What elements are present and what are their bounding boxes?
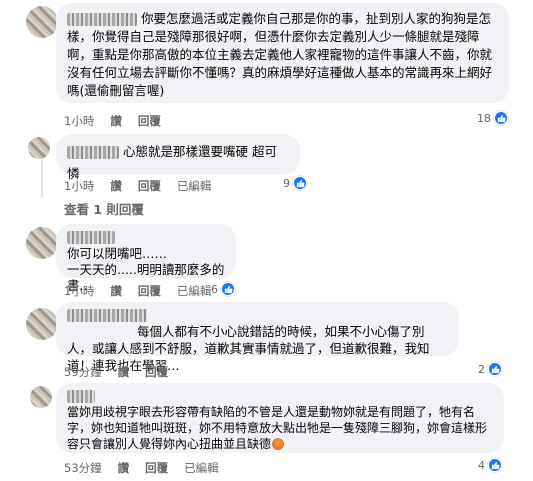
comment-time[interactable]: 1小時	[64, 113, 94, 129]
author-name[interactable]	[67, 390, 95, 403]
comment-time[interactable]: 1小時	[64, 283, 94, 299]
comment-time[interactable]: 59分鐘	[64, 364, 102, 380]
like-button[interactable]: 讚	[118, 364, 130, 380]
angry-face-emoji-icon	[272, 438, 285, 450]
comment-actions: 59分鐘 讚 回覆	[64, 364, 168, 380]
comment-text: 當妳用歧視字眼去形容帶有缺陷的不管是人還是動物妳就是有問題了，牠有名字，妳也知道…	[67, 405, 488, 451]
like-thumb-icon	[221, 282, 235, 296]
reaction-count[interactable]: 18	[477, 111, 508, 125]
comment-time[interactable]: 53分鐘	[64, 460, 102, 476]
author-name[interactable]	[67, 13, 137, 26]
like-button[interactable]: 讚	[110, 283, 122, 299]
comment-actions: 1小時 讚 回覆 已編輯	[64, 283, 211, 299]
comment-time[interactable]: 1小時	[64, 178, 94, 194]
comment-actions: 1小時 讚 回覆	[64, 113, 161, 129]
reaction-number: 4	[478, 458, 485, 472]
reaction-number: 6	[211, 282, 218, 296]
like-thumb-icon	[293, 176, 307, 190]
reaction-number: 18	[477, 111, 491, 125]
comment-text-line-1: 你可以閉嘴吧……	[67, 246, 168, 261]
reaction-number: 9	[283, 176, 290, 190]
author-name[interactable]	[67, 309, 147, 322]
reply-button[interactable]: 回覆	[145, 460, 168, 476]
avatar[interactable]	[26, 227, 58, 259]
reaction-count[interactable]: 9	[283, 176, 307, 190]
reaction-count[interactable]: 4	[478, 458, 502, 472]
reply-button[interactable]: 回覆	[138, 283, 161, 299]
comment-bubble: 你要怎麼過活或定義你自己那是你的事，扯到別人家的狗狗是怎樣，你覺得自己是殘障那很…	[56, 3, 509, 103]
author-name[interactable]	[67, 231, 115, 244]
avatar[interactable]	[30, 386, 52, 408]
comment-actions: 1小時 讚 回覆 已編輯	[64, 178, 211, 194]
comment-bubble: 每個人都有不小心說錯話的時候，如果不小心傷了別人，或讓人感到不舒服，道歉其實事情…	[56, 302, 459, 373]
like-button[interactable]: 讚	[110, 113, 122, 129]
edited-label: 已編輯	[176, 284, 212, 298]
reply-button[interactable]: 回覆	[138, 178, 161, 194]
like-thumb-icon	[488, 458, 502, 472]
like-button[interactable]: 讚	[118, 460, 130, 476]
edited-label: 已編輯	[184, 461, 219, 475]
reply-button[interactable]: 回覆	[145, 364, 168, 380]
reaction-count[interactable]: 6	[211, 282, 235, 296]
reaction-count[interactable]: 2	[478, 362, 502, 376]
avatar[interactable]	[26, 6, 58, 38]
comment-text: 你要怎麼過活或定義你自己那是你的事，扯到別人家的狗狗是怎樣，你覺得自己是殘障那很…	[67, 11, 493, 98]
avatar[interactable]	[28, 137, 50, 159]
reply-button[interactable]: 回覆	[138, 113, 161, 129]
comment-actions: 53分鐘 讚 回覆 已編輯	[64, 460, 219, 476]
like-thumb-icon	[494, 111, 508, 125]
like-button[interactable]: 讚	[110, 178, 122, 194]
edited-label: 已編輯	[176, 179, 212, 193]
comment-bubble: 當妳用歧視字眼去形容帶有缺陷的不管是人還是動物妳就是有問題了，牠有名字，妳也知道…	[56, 383, 504, 453]
reaction-number: 2	[478, 362, 485, 376]
author-name[interactable]	[67, 146, 119, 159]
comment-bubble: 你可以閉嘴吧…… 一天天的.....明明讀那麼多的書..	[56, 224, 236, 293]
comment-bubble: 心態就是那樣還要嘴硬 超可憐	[56, 134, 300, 181]
avatar[interactable]	[26, 308, 58, 340]
like-thumb-icon	[488, 362, 502, 376]
view-replies-link[interactable]: 查看 1 則回覆	[64, 199, 144, 218]
